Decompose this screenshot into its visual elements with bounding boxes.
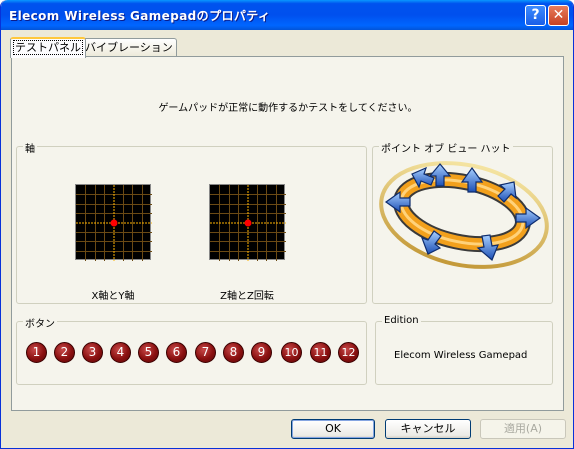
tab-test-panel[interactable]: テストパネル	[10, 37, 86, 58]
gamepad-button-5: 5	[138, 342, 159, 363]
buttons-group-label: ボタン	[23, 315, 57, 330]
pov-group-label: ポイント オブ ビュー ハット	[379, 140, 513, 155]
gamepad-button-2: 2	[54, 342, 75, 363]
gamepad-button-8: 8	[223, 342, 244, 363]
gamepad-button-4: 4	[110, 342, 131, 363]
close-button[interactable]: ✕	[548, 5, 569, 26]
pov-hat-icon	[379, 161, 549, 269]
xy-axis-caption: X軸とY軸	[91, 291, 135, 302]
edition-group-label: Edition	[382, 315, 421, 326]
cancel-button[interactable]: キャンセル	[385, 419, 471, 439]
axes-group-label: 軸	[23, 140, 37, 155]
tab-test-panel-label: テストパネル	[13, 40, 83, 55]
properties-window: Elecom Wireless Gamepadのプロパティ ? ✕ テストパネル…	[0, 0, 574, 449]
xy-position-dot	[110, 219, 118, 227]
z-rotation-caption: Z軸とZ回転	[220, 291, 274, 302]
gamepad-button-3: 3	[82, 342, 103, 363]
edition-name: Elecom Wireless Gamepad	[394, 350, 528, 361]
z-rotation-plot	[209, 184, 286, 261]
apply-button[interactable]: 適用(A)	[480, 419, 566, 439]
xy-axis-grid	[76, 185, 152, 261]
gamepad-button-11: 11	[310, 342, 331, 363]
tab-vibration[interactable]: バイブレーション	[81, 38, 177, 57]
title-bar[interactable]: Elecom Wireless Gamepadのプロパティ ? ✕	[1, 0, 573, 30]
gamepad-button-6: 6	[166, 342, 187, 363]
z-position-dot	[244, 219, 252, 227]
axes-group: 軸	[16, 140, 367, 304]
gamepad-button-12: 12	[338, 342, 359, 363]
instruction-text: ゲームパッドが正常に動作するかテストをしてください。	[158, 103, 418, 114]
gamepad-button-7: 7	[195, 342, 216, 363]
z-rotation-grid	[210, 185, 286, 261]
window-title: Elecom Wireless Gamepadのプロパティ	[9, 9, 271, 23]
ok-button[interactable]: OK	[291, 419, 375, 439]
help-button[interactable]: ?	[525, 5, 546, 26]
gamepad-button-9: 9	[251, 342, 272, 363]
gamepad-button-1: 1	[26, 342, 47, 363]
tab-vibration-label: バイブレーション	[85, 41, 173, 54]
gamepad-button-10: 10	[281, 342, 302, 363]
xy-axis-plot	[75, 184, 152, 261]
